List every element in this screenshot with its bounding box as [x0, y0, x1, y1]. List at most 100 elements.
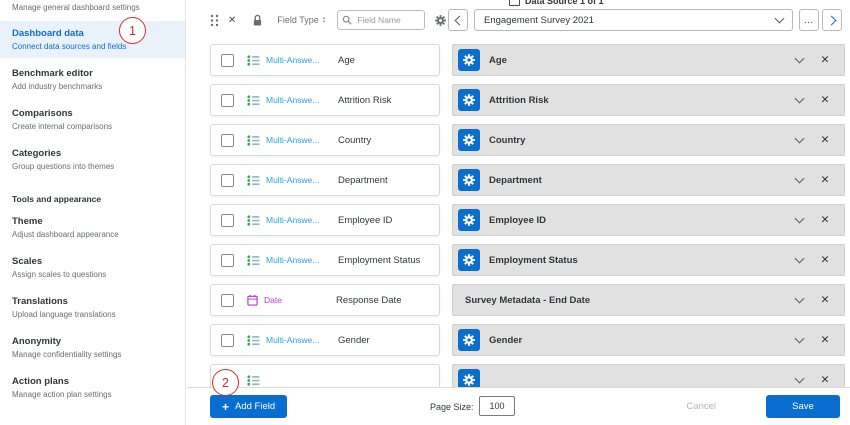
- field-card: Multi-Answe...Employee ID: [210, 204, 440, 236]
- sidebar-item-title: Translations: [12, 296, 173, 307]
- page-size-input[interactable]: [479, 396, 515, 416]
- field-row-gap: [440, 324, 452, 356]
- sidebar-items: Dashboard dataConnect data sources and f…: [0, 21, 185, 406]
- expand-field-button[interactable]: [786, 298, 812, 302]
- field-settings-button[interactable]: [458, 49, 480, 71]
- multi-answer-field-icon: [247, 215, 260, 226]
- sidebar-item-comparisons[interactable]: ComparisonsCreate internal comparisons: [0, 101, 185, 138]
- field-row: Multi-Answe...GenderGender✕: [210, 324, 845, 356]
- field-checkbox[interactable]: [221, 94, 234, 107]
- expand-field-button[interactable]: [786, 218, 812, 222]
- expand-field-button[interactable]: [786, 258, 812, 262]
- mapped-field-row: Age✕: [452, 44, 845, 76]
- expand-field-button[interactable]: [786, 58, 812, 62]
- sidebar-item-scales[interactable]: ScalesAssign scales to questions: [0, 249, 185, 286]
- sidebar-item-subtitle: Group questions into themes: [12, 162, 173, 171]
- field-name-search: [337, 10, 425, 30]
- sidebar-item-title: Benchmark editor: [12, 68, 173, 79]
- selected-data-source-label: Engagement Survey 2021: [484, 15, 594, 26]
- save-button[interactable]: Save: [766, 395, 840, 418]
- chevron-down-icon: [794, 54, 804, 64]
- cancel-button[interactable]: Cancel: [680, 400, 722, 413]
- expand-field-button[interactable]: [786, 338, 812, 342]
- mapped-field-row: Country✕: [452, 124, 845, 156]
- field-card: Multi-Answe...Employment Status: [210, 244, 440, 276]
- multi-answer-field-icon: [247, 95, 260, 106]
- field-checkbox[interactable]: [221, 54, 234, 67]
- field-settings-button[interactable]: [458, 209, 480, 231]
- remove-field-button[interactable]: ✕: [812, 334, 838, 346]
- add-field-button[interactable]: + Add Field: [210, 395, 287, 418]
- field-type-sort-header[interactable]: Field Type ▴▾: [277, 15, 325, 25]
- remove-field-button[interactable]: ✕: [812, 254, 838, 266]
- field-checkbox[interactable]: [221, 134, 234, 147]
- chevron-down-icon: [794, 254, 804, 264]
- drag-handle-icon[interactable]: [210, 14, 219, 27]
- sidebar-item-theme[interactable]: ThemeAdjust dashboard appearance: [0, 209, 185, 246]
- expand-field-button[interactable]: [786, 98, 812, 102]
- multi-answer-field-icon: [247, 255, 260, 266]
- mapped-field-row: Employment Status ✕: [452, 244, 845, 276]
- sidebar-item-action-plans[interactable]: Action plansManage action plan settings: [0, 369, 185, 406]
- sidebar-item-subtitle: Upload language translations: [12, 310, 173, 319]
- field-type-label: Multi-Answe...: [266, 55, 330, 65]
- field-card: Multi-Answe...Gender: [210, 324, 440, 356]
- chevron-down-icon: [775, 14, 785, 24]
- mapped-field-label: Department: [489, 175, 786, 186]
- sidebar-item-anonymity[interactable]: AnonymityManage confidentiality settings: [0, 329, 185, 366]
- clipped-sidebar-subtitle: Manage general dashboard settings: [0, 0, 185, 21]
- expand-field-button[interactable]: [786, 378, 812, 382]
- field-row-gap: [440, 164, 452, 196]
- data-source-select[interactable]: Engagement Survey 2021: [474, 9, 793, 31]
- data-source-checkbox-icon: [509, 0, 520, 6]
- sidebar-item-benchmark-editor[interactable]: Benchmark editorAdd industry benchmarks: [0, 61, 185, 98]
- remove-field-button[interactable]: ✕: [812, 134, 838, 146]
- field-checkbox[interactable]: [221, 254, 234, 267]
- expand-field-button[interactable]: [786, 178, 812, 182]
- field-name-label: Response Date: [336, 295, 401, 306]
- field-settings-button[interactable]: [458, 129, 480, 151]
- field-checkbox[interactable]: [221, 294, 234, 307]
- field-row: Multi-Answe...Attrition RiskAttrition Ri…: [210, 84, 845, 116]
- remove-field-button[interactable]: ✕: [812, 294, 838, 306]
- remove-field-button[interactable]: ✕: [812, 374, 838, 386]
- field-checkbox[interactable]: [221, 214, 234, 227]
- more-options-button[interactable]: …: [799, 9, 819, 31]
- expand-field-button[interactable]: [786, 138, 812, 142]
- field-card: Multi-Answe...Attrition Risk: [210, 84, 440, 116]
- field-settings-button[interactable]: [458, 249, 480, 271]
- sidebar-item-subtitle: Adjust dashboard appearance: [12, 230, 173, 239]
- search-icon: [342, 15, 352, 25]
- remove-field-button[interactable]: ✕: [812, 54, 838, 66]
- date-field-icon: [247, 294, 258, 306]
- sidebar-item-translations[interactable]: Translations Upload language translations: [0, 289, 185, 326]
- remove-field-button[interactable]: ✕: [812, 174, 838, 186]
- dashboard-settings-screen: Manage general dashboard settings Dashbo…: [0, 0, 850, 425]
- prev-source-button[interactable]: [448, 9, 468, 31]
- remove-field-button[interactable]: ✕: [812, 214, 838, 226]
- clear-selection-icon[interactable]: ✕: [228, 15, 236, 26]
- field-settings-button[interactable]: [458, 89, 480, 111]
- remove-field-button[interactable]: ✕: [812, 94, 838, 106]
- sidebar-section-tools-and-appearance: Tools and appearance: [0, 181, 185, 209]
- field-name-label: Employee ID: [338, 215, 392, 226]
- field-row-gap: [440, 124, 452, 156]
- sort-arrows-icon: ▴▾: [323, 16, 326, 24]
- field-settings-button[interactable]: [458, 329, 480, 351]
- dashboard-data-panel: Data Source 1 of 1 ✕ Field Type ▴▾ ▴▾: [187, 0, 850, 425]
- field-checkbox[interactable]: [221, 174, 234, 187]
- field-row: DateResponse DateSurvey Metadata - End D…: [210, 284, 845, 316]
- next-source-button[interactable]: [822, 9, 842, 31]
- settings-gear-icon[interactable]: [435, 15, 446, 26]
- mapped-field-label: Employment Status: [489, 255, 786, 266]
- sidebar-item-dashboard-data[interactable]: Dashboard dataConnect data sources and f…: [0, 21, 185, 58]
- field-settings-button[interactable]: [458, 169, 480, 191]
- field-checkbox[interactable]: [221, 334, 234, 347]
- sidebar-item-categories[interactable]: CategoriesGroup questions into themes: [0, 141, 185, 178]
- lock-icon[interactable]: [252, 14, 263, 27]
- field-row: Multi-Answe...DepartmentDepartment✕: [210, 164, 845, 196]
- field-name-label: Employment Status: [338, 255, 420, 266]
- data-source-header: Data Source 1 of 1: [509, 0, 604, 6]
- annotation-step-2: 2: [212, 369, 239, 396]
- field-type-label: Multi-Answe...: [266, 175, 330, 185]
